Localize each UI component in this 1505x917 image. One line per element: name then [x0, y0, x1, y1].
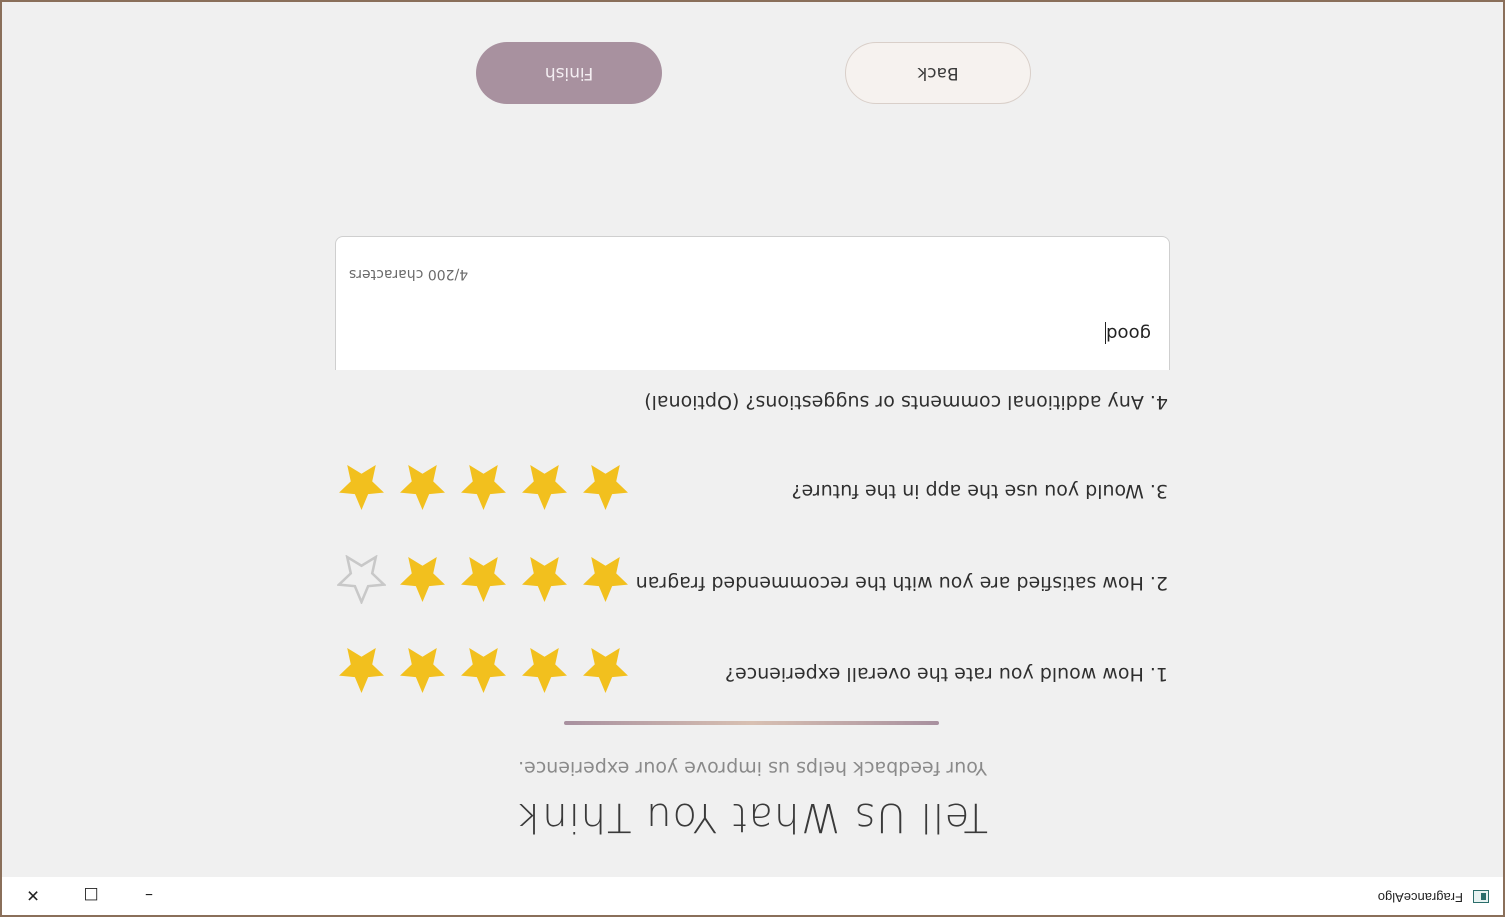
comment-value: good [1106, 323, 1151, 344]
star-filled-icon[interactable] [398, 555, 447, 604]
rating-stars-q1 [337, 646, 630, 695]
star-filled-icon[interactable] [337, 463, 386, 512]
page-subtitle: Your feedback helps us improve your expe… [518, 757, 987, 779]
star-filled-icon[interactable] [520, 646, 569, 695]
back-button[interactable]: Back [845, 42, 1031, 104]
question-1-label: 1. How would you rate the overall experi… [724, 663, 1168, 685]
comment-text: good [1105, 322, 1151, 344]
star-filled-icon[interactable] [398, 646, 447, 695]
star-filled-icon[interactable] [459, 463, 508, 512]
star-filled-icon[interactable] [581, 555, 630, 604]
comment-textarea[interactable]: good 4/200 characters [335, 236, 1170, 370]
star-filled-icon[interactable] [581, 463, 630, 512]
title-bar: FragranceAlgo – □ ✕ [2, 877, 1503, 915]
star-filled-icon[interactable] [337, 646, 386, 695]
character-counter: 4/200 characters [349, 266, 469, 282]
question-3-label: 3. Would you use the app in the future? [791, 480, 1168, 502]
feedback-page: Tell Us What You Think Your feedback hel… [2, 2, 1503, 877]
app-title: FragranceAlgo [1377, 890, 1463, 905]
rating-stars-q3 [337, 463, 630, 512]
star-filled-icon[interactable] [520, 463, 569, 512]
star-empty-icon[interactable] [337, 555, 386, 604]
app-icon [1473, 890, 1489, 903]
divider [564, 721, 939, 725]
star-filled-icon[interactable] [459, 555, 508, 604]
question-2-label: 2. How satisfied are you with the recomm… [635, 572, 1168, 594]
page-title: Tell Us What You Think [517, 794, 988, 840]
minimize-button[interactable]: – [120, 877, 178, 915]
star-filled-icon[interactable] [398, 463, 447, 512]
star-filled-icon[interactable] [459, 646, 508, 695]
maximize-button[interactable]: □ [62, 877, 120, 915]
app-window: FragranceAlgo – □ ✕ Tell Us What You Thi… [2, 2, 1503, 915]
star-filled-icon[interactable] [520, 555, 569, 604]
text-caret [1105, 322, 1107, 344]
star-filled-icon[interactable] [581, 646, 630, 695]
finish-button[interactable]: Finish [476, 42, 662, 104]
question-4-label: 4. Any additional comments or suggestion… [644, 391, 1168, 413]
rating-stars-q2 [337, 555, 630, 604]
screen: FragranceAlgo – □ ✕ Tell Us What You Thi… [0, 0, 1505, 917]
close-button[interactable]: ✕ [4, 877, 62, 915]
